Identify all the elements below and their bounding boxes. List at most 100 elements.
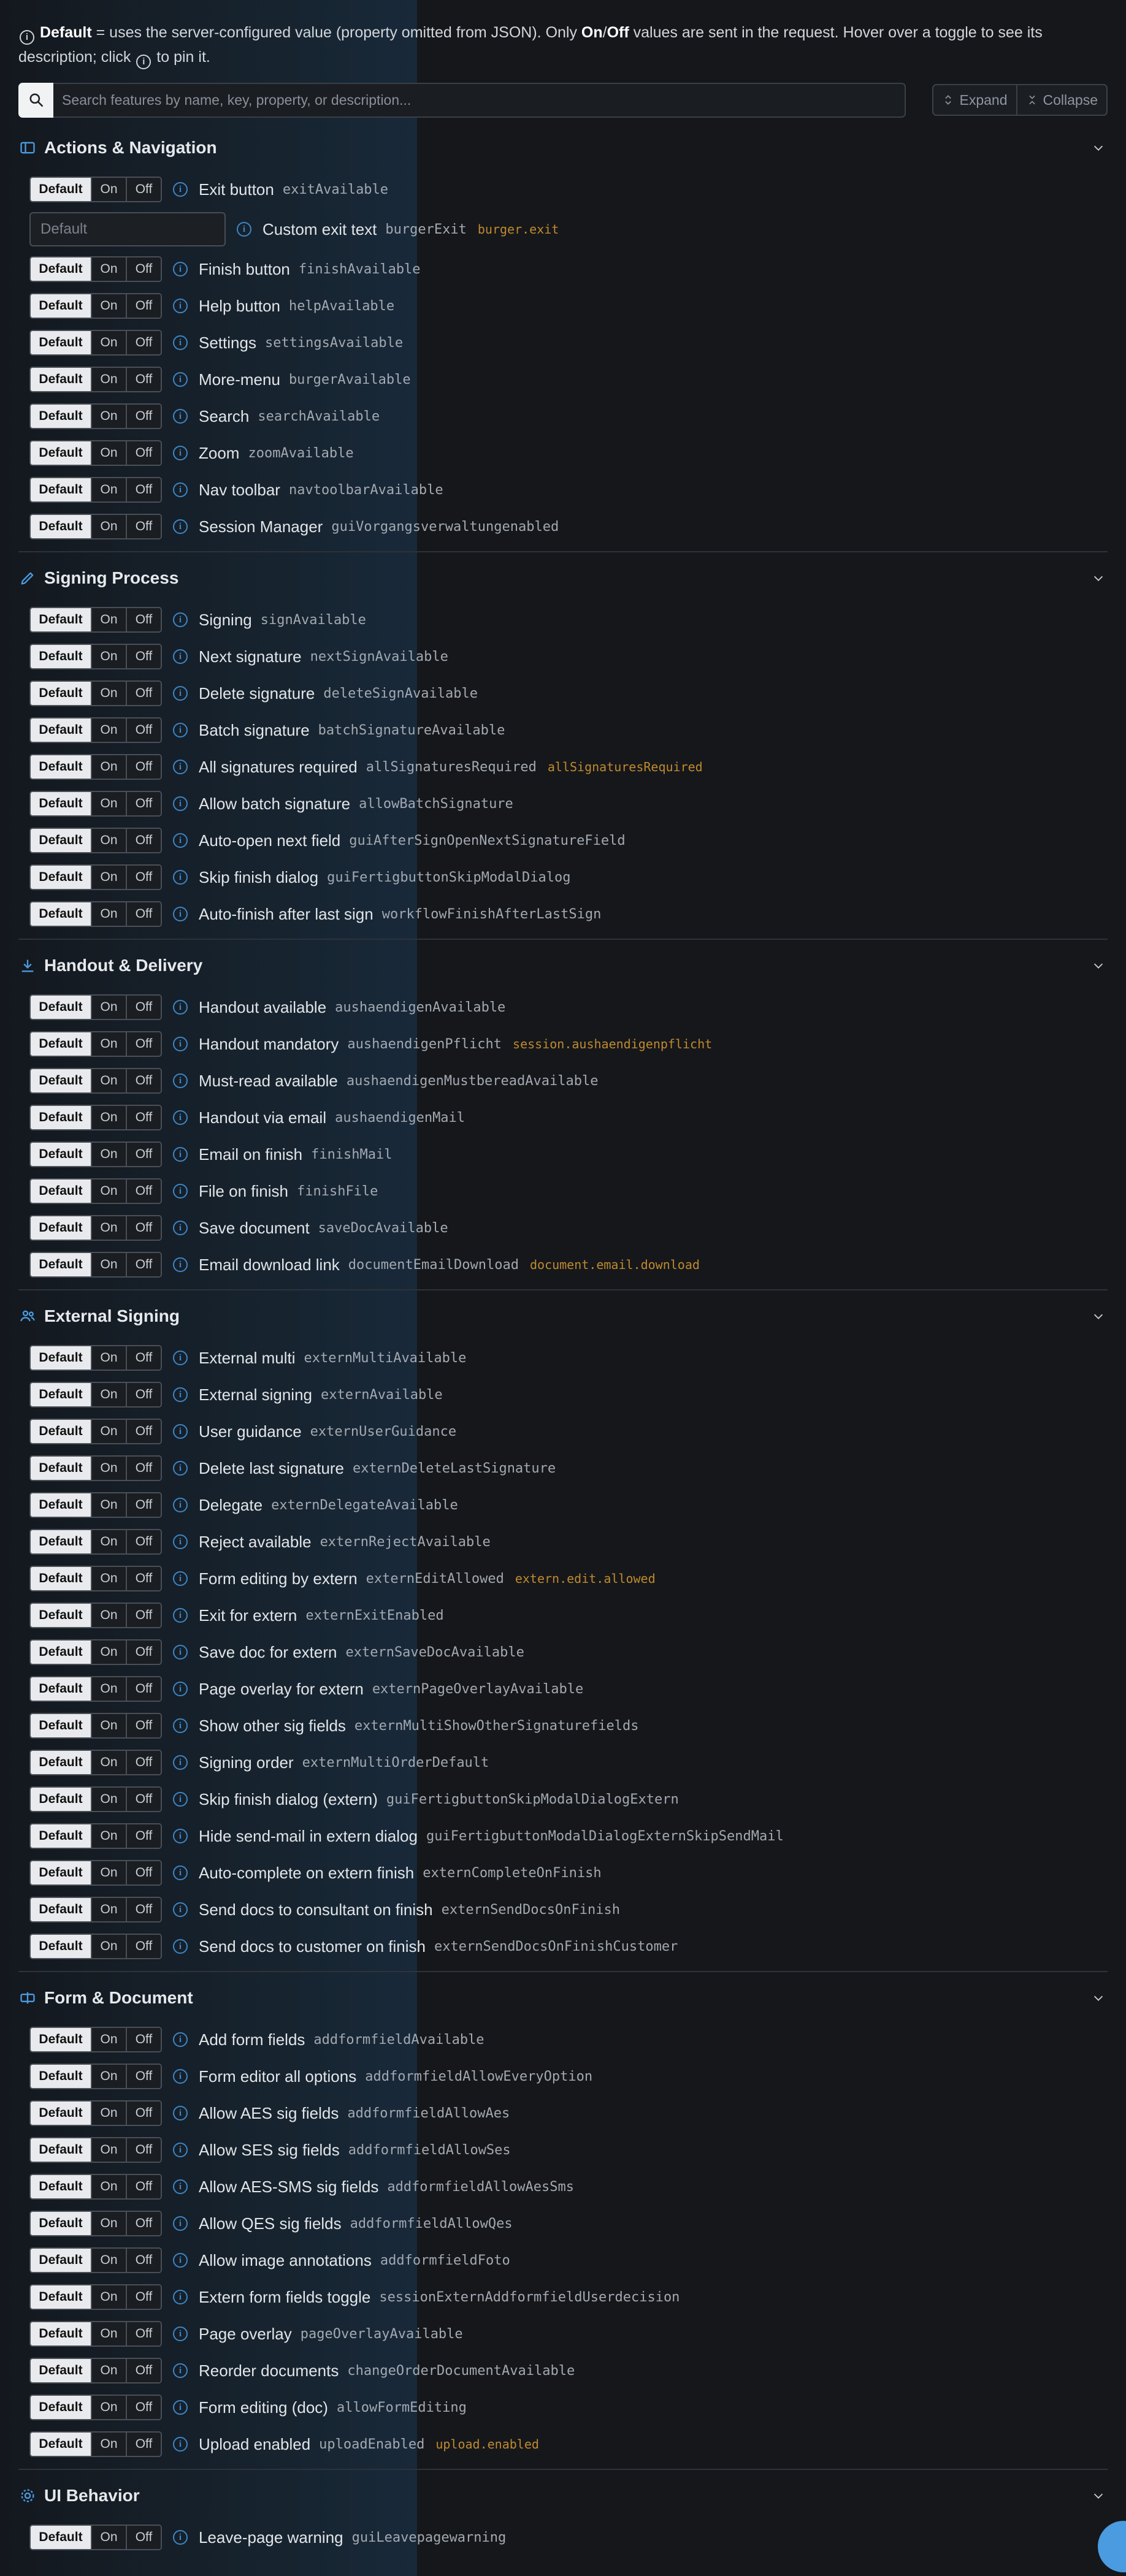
toggle-off-option[interactable]: Off [126, 1604, 161, 1627]
toggle-off-option[interactable]: Off [126, 1861, 161, 1884]
toggle-on-option[interactable]: On [91, 1898, 126, 1921]
toggle-default-option[interactable]: Default [31, 405, 91, 428]
info-icon[interactable]: i [173, 1792, 188, 1807]
toggle-default-option[interactable]: Default [31, 2249, 91, 2272]
info-icon[interactable]: i [173, 2530, 188, 2545]
toggle-off-option[interactable]: Off [126, 331, 161, 354]
toggle-on-option[interactable]: On [91, 1457, 126, 1480]
toggle-default-option[interactable]: Default [31, 866, 91, 889]
toggle-off-option[interactable]: Off [126, 1420, 161, 1443]
toggle-off-option[interactable]: Off [126, 405, 161, 428]
section-header[interactable]: Handout & Delivery [18, 942, 1108, 989]
toggle-off-option[interactable]: Off [126, 2285, 161, 2309]
toggle-default-option[interactable]: Default [31, 441, 91, 465]
toggle-off-option[interactable]: Off [126, 1530, 161, 1553]
toggle-off-option[interactable]: Off [126, 178, 161, 201]
info-icon[interactable]: i [173, 2290, 188, 2304]
info-icon[interactable]: i [173, 335, 188, 350]
toggle-default-option[interactable]: Default [31, 257, 91, 281]
collapse-button[interactable]: Collapse [1017, 84, 1108, 116]
toggle-off-option[interactable]: Off [126, 2102, 161, 2125]
search-button[interactable] [18, 82, 53, 118]
toggle-on-option[interactable]: On [91, 1253, 126, 1276]
toggle-default-option[interactable]: Default [31, 2285, 91, 2309]
toggle-on-option[interactable]: On [91, 2212, 126, 2235]
toggle-off-option[interactable]: Off [126, 2433, 161, 2456]
toggle-default-option[interactable]: Default [31, 515, 91, 538]
toggle-on-option[interactable]: On [91, 2065, 126, 2088]
toggle-default-option[interactable]: Default [31, 1751, 91, 1774]
toggle-off-option[interactable]: Off [126, 1493, 161, 1517]
toggle-default-option[interactable]: Default [31, 1457, 91, 1480]
chevron-down-icon[interactable] [1089, 1989, 1108, 2007]
info-icon[interactable]: i [173, 1424, 188, 1439]
toggle-on-option[interactable]: On [91, 1346, 126, 1370]
chevron-down-icon[interactable] [1089, 139, 1108, 157]
toggle-default-option[interactable]: Default [31, 718, 91, 742]
toggle-on-option[interactable]: On [91, 1530, 126, 1553]
toggle-on-option[interactable]: On [91, 718, 126, 742]
info-icon[interactable]: i [173, 1645, 188, 1660]
info-icon[interactable]: i [173, 2253, 188, 2268]
section-header[interactable]: Actions & Navigation [18, 124, 1108, 171]
toggle-on-option[interactable]: On [91, 441, 126, 465]
toggle-on-option[interactable]: On [91, 515, 126, 538]
toggle-off-option[interactable]: Off [126, 2322, 161, 2345]
section-header[interactable]: Form & Document [18, 1975, 1108, 2021]
toggle-default-option[interactable]: Default [31, 1714, 91, 1737]
info-icon[interactable]: i [173, 760, 188, 774]
toggle-default-option[interactable]: Default [31, 1383, 91, 1406]
info-icon[interactable]: i [173, 686, 188, 701]
toggle-on-option[interactable]: On [91, 1714, 126, 1737]
toggle-on-option[interactable]: On [91, 294, 126, 318]
toggle-off-option[interactable]: Off [126, 902, 161, 926]
toggle-default-option[interactable]: Default [31, 2028, 91, 2051]
toggle-on-option[interactable]: On [91, 2285, 126, 2309]
toggle-default-option[interactable]: Default [31, 2526, 91, 2549]
toggle-default-option[interactable]: Default [31, 1935, 91, 1958]
info-icon[interactable]: i [173, 2069, 188, 2084]
toggle-on-option[interactable]: On [91, 1567, 126, 1590]
toggle-off-option[interactable]: Off [126, 2249, 161, 2272]
toggle-off-option[interactable]: Off [126, 608, 161, 631]
toggle-on-option[interactable]: On [91, 478, 126, 501]
info-icon[interactable]: i [173, 262, 188, 276]
toggle-on-option[interactable]: On [91, 1143, 126, 1166]
toggle-on-option[interactable]: On [91, 2102, 126, 2125]
toggle-default-option[interactable]: Default [31, 1253, 91, 1276]
toggle-off-option[interactable]: Off [126, 1751, 161, 1774]
info-icon[interactable]: i [173, 1534, 188, 1549]
toggle-on-option[interactable]: On [91, 829, 126, 852]
toggle-default-option[interactable]: Default [31, 1898, 91, 1921]
toggle-off-option[interactable]: Off [126, 1677, 161, 1701]
toggle-off-option[interactable]: Off [126, 2065, 161, 2088]
toggle-off-option[interactable]: Off [126, 1346, 161, 1370]
info-icon[interactable]: i [173, 723, 188, 737]
section-header[interactable]: External Signing [18, 1293, 1108, 1339]
toggle-on-option[interactable]: On [91, 682, 126, 705]
toggle-off-option[interactable]: Off [126, 1069, 161, 1092]
toggle-off-option[interactable]: Off [126, 866, 161, 889]
toggle-off-option[interactable]: Off [126, 2396, 161, 2419]
toggle-default-option[interactable]: Default [31, 1346, 91, 1370]
toggle-default-option[interactable]: Default [31, 2175, 91, 2198]
toggle-off-option[interactable]: Off [126, 1567, 161, 1590]
toggle-default-option[interactable]: Default [31, 2359, 91, 2382]
toggle-off-option[interactable]: Off [126, 645, 161, 668]
toggle-on-option[interactable]: On [91, 792, 126, 815]
toggle-on-option[interactable]: On [91, 405, 126, 428]
toggle-off-option[interactable]: Off [126, 682, 161, 705]
info-icon[interactable]: i [173, 2326, 188, 2341]
toggle-off-option[interactable]: Off [126, 1106, 161, 1129]
toggle-on-option[interactable]: On [91, 608, 126, 631]
toggle-on-option[interactable]: On [91, 178, 126, 201]
toggle-default-option[interactable]: Default [31, 1861, 91, 1884]
info-icon[interactable]: i [173, 1110, 188, 1125]
info-icon[interactable]: i [173, 299, 188, 313]
toggle-default-option[interactable]: Default [31, 996, 91, 1019]
toggle-default-option[interactable]: Default [31, 608, 91, 631]
toggle-on-option[interactable]: On [91, 1032, 126, 1056]
toggle-default-option[interactable]: Default [31, 755, 91, 779]
search-input[interactable] [53, 82, 906, 118]
toggle-off-option[interactable]: Off [126, 1383, 161, 1406]
